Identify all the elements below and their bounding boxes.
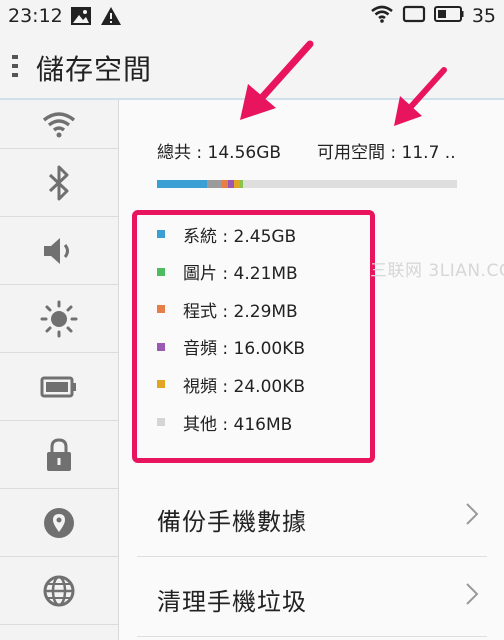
- sidebar-item-location[interactable]: [0, 489, 118, 557]
- annotation-arrow-icon: [394, 67, 447, 126]
- available-storage: 可用空間 : 11.7 ..: [317, 143, 456, 163]
- lock-icon: [44, 437, 74, 473]
- status-time: 23:12: [8, 5, 63, 27]
- backup-row[interactable]: 備份手機數據: [137, 476, 487, 557]
- sidebar-item-language[interactable]: [0, 557, 118, 625]
- wifi-icon: [41, 109, 77, 139]
- cleanup-label: 清理手機垃圾: [157, 588, 307, 616]
- battery-icon: [433, 4, 464, 28]
- highlight-box: [132, 210, 375, 463]
- settings-sidebar: [0, 100, 119, 640]
- total-storage: 總共 : 14.56GB: [157, 143, 282, 163]
- sidebar-item-sound[interactable]: [0, 217, 118, 285]
- screen-rotation-icon: [402, 4, 426, 28]
- battery-icon: [40, 375, 78, 399]
- status-right: 35: [370, 4, 496, 28]
- menu-icon[interactable]: [10, 54, 20, 82]
- sidebar-item-bluetooth[interactable]: [0, 149, 118, 217]
- brightness-icon: [40, 300, 78, 338]
- location-icon: [42, 506, 76, 540]
- usage-bar-segment: [157, 180, 208, 188]
- usage-bar-segment: [240, 180, 244, 188]
- sidebar-item-battery[interactable]: [0, 353, 118, 421]
- volume-icon: [41, 235, 77, 267]
- image-icon: [70, 6, 92, 30]
- status-bar: 23:12 35: [0, 0, 504, 34]
- globe-icon: [42, 574, 76, 608]
- sidebar-item-wifi[interactable]: [0, 100, 118, 149]
- warning-icon: [100, 6, 122, 30]
- bluetooth-icon: [46, 165, 72, 201]
- chevron-right-icon: [465, 582, 479, 610]
- wifi-icon: [370, 4, 394, 28]
- cleanup-row[interactable]: 清理手機垃圾: [137, 556, 487, 637]
- battery-level: 35: [471, 5, 496, 27]
- backup-label: 備份手機數據: [157, 508, 307, 536]
- storage-usage-bar: [157, 180, 457, 188]
- sidebar-item-display[interactable]: [0, 285, 118, 353]
- page-title: 儲存空間: [36, 53, 153, 86]
- annotation-arrow-icon: [240, 40, 314, 120]
- usage-bar-segment: [207, 180, 223, 188]
- chevron-right-icon: [465, 502, 479, 530]
- watermark: 三联网 3LIAN.COM: [370, 261, 504, 281]
- sidebar-item-security[interactable]: [0, 421, 118, 489]
